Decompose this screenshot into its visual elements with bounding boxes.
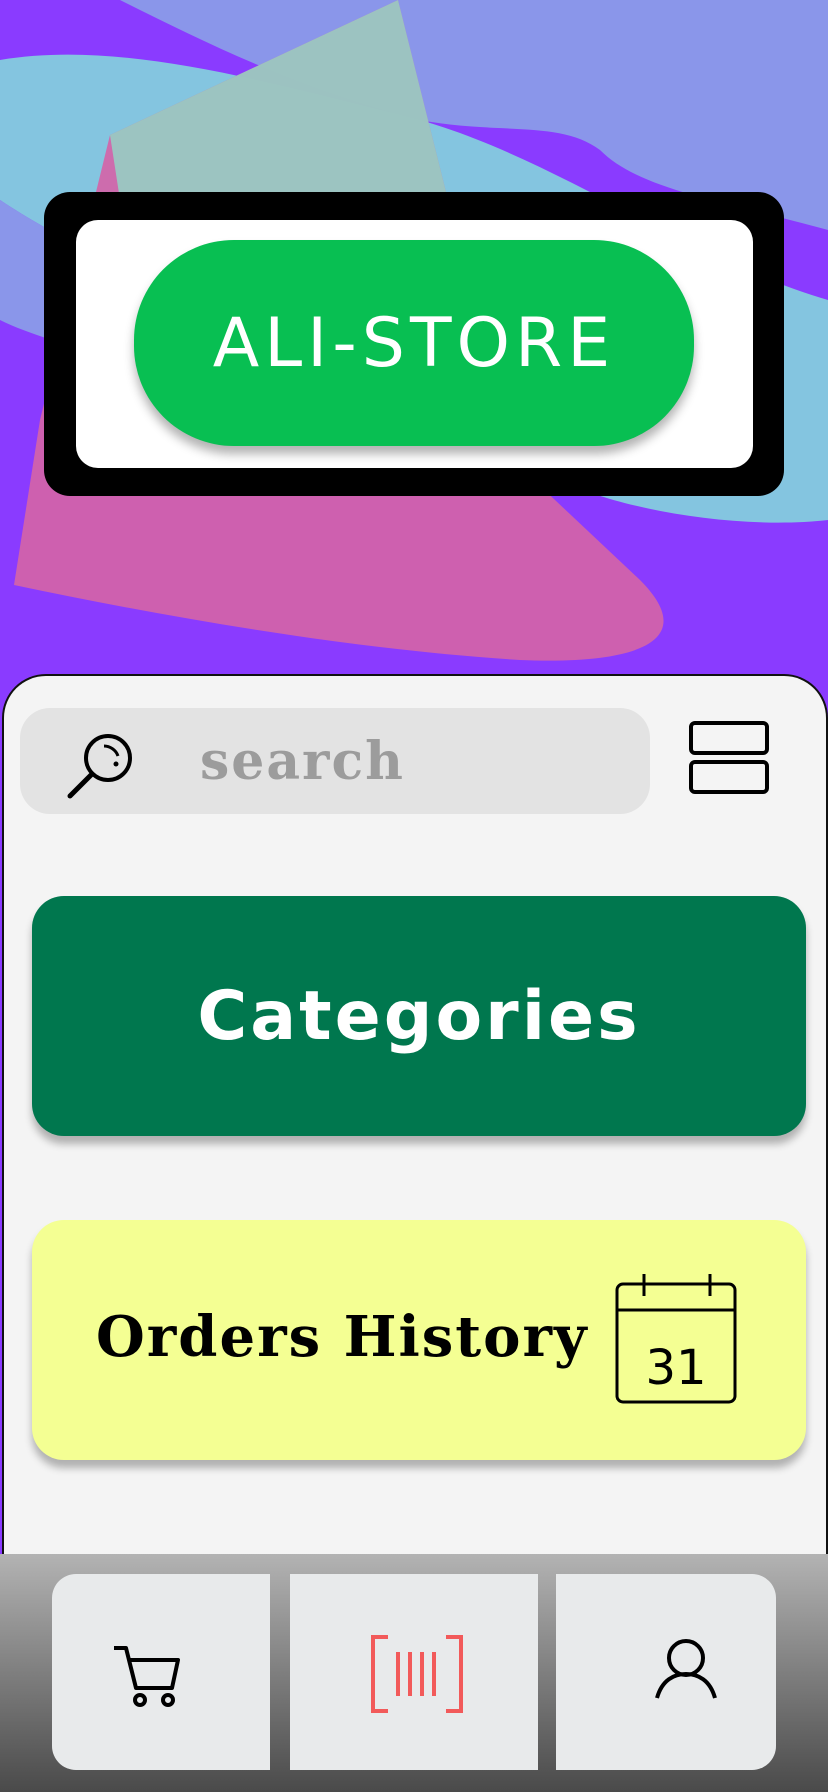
logo-badge: ALI-STORE bbox=[134, 240, 694, 446]
nav-scan-button[interactable] bbox=[290, 1574, 538, 1770]
user-icon bbox=[655, 1639, 717, 1699]
bottom-navigation bbox=[0, 1554, 828, 1792]
logo-frame: ALI-STORE bbox=[44, 192, 784, 496]
orders-history-label: Orders History bbox=[96, 1304, 589, 1370]
categories-label: Categories bbox=[197, 976, 641, 1056]
search-bar[interactable] bbox=[20, 708, 650, 814]
logo-card: ALI-STORE bbox=[76, 220, 753, 468]
search-icon bbox=[67, 734, 132, 799]
cart-icon bbox=[114, 1646, 180, 1707]
calendar-day: 31 bbox=[645, 1340, 706, 1396]
barcode-scan-icon bbox=[371, 1635, 463, 1713]
store-logo-text: ALI-STORE bbox=[212, 303, 616, 383]
menu-icon[interactable] bbox=[688, 720, 770, 796]
orders-history-button[interactable]: Orders History 31 bbox=[32, 1220, 806, 1460]
categories-button[interactable]: Categories bbox=[32, 896, 806, 1136]
nav-profile-button[interactable] bbox=[556, 1574, 776, 1770]
nav-cart-button[interactable] bbox=[52, 1574, 270, 1770]
search-input[interactable] bbox=[200, 728, 500, 794]
calendar-icon: 31 bbox=[615, 1274, 737, 1404]
